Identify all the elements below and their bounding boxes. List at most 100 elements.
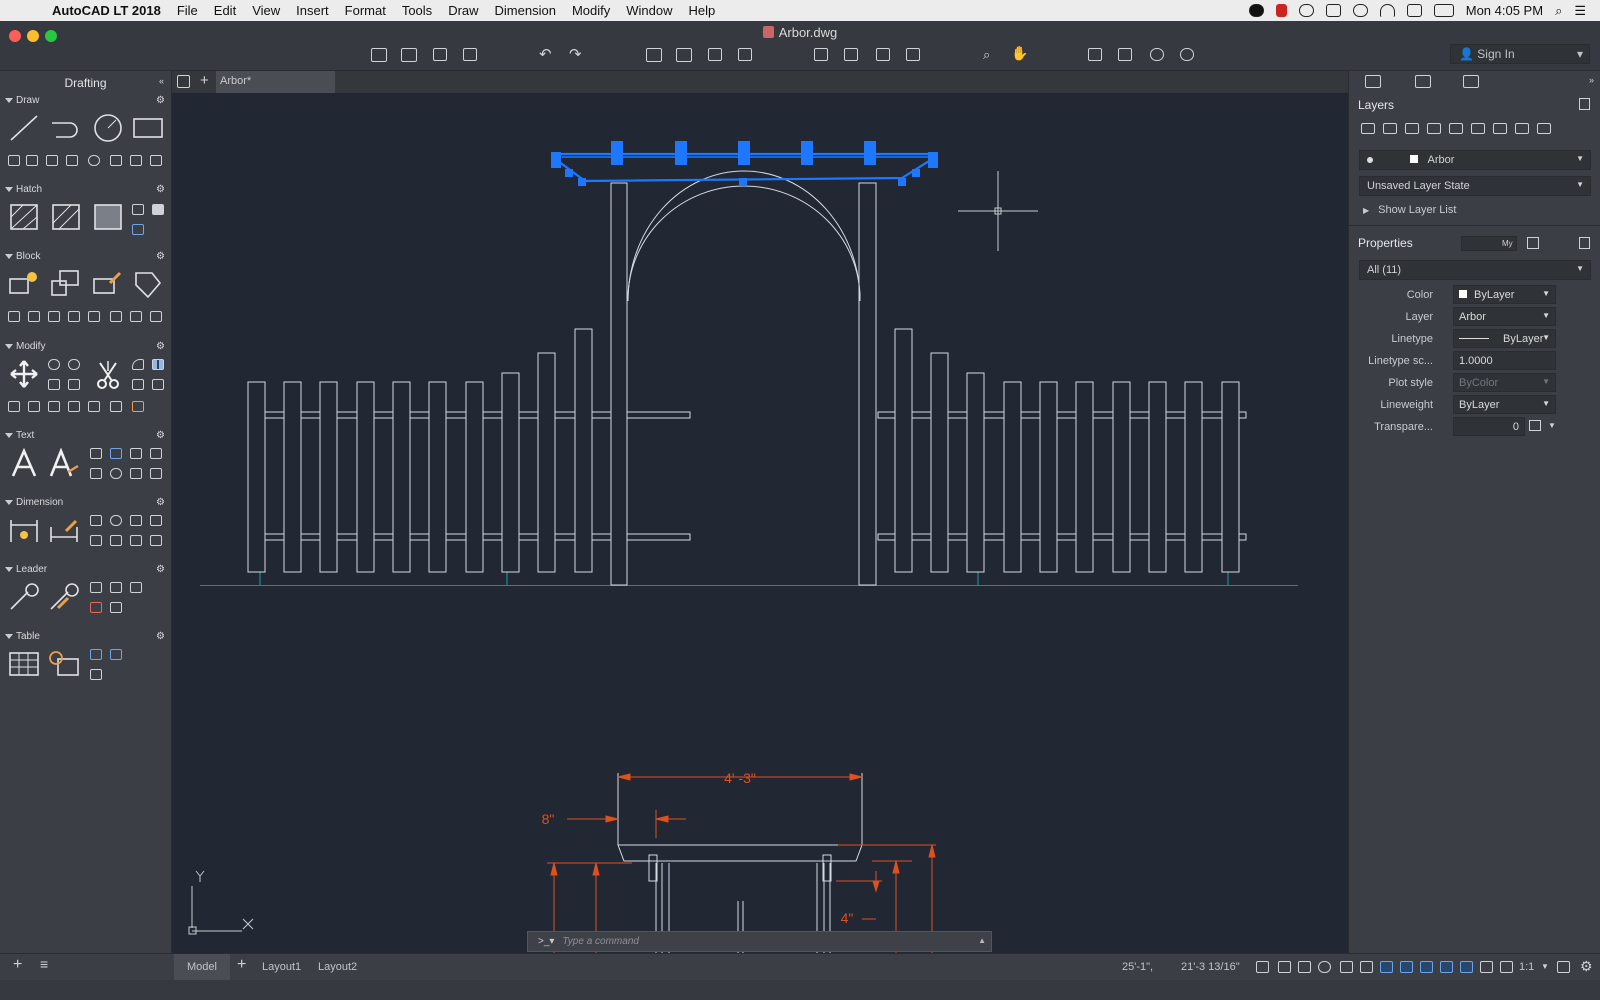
section-header-hatch[interactable]: Hatch ⚙ [0,182,172,198]
publish-icon[interactable] [738,48,752,61]
table-block-icon[interactable] [68,311,82,324]
aligned-dimension-icon[interactable] [90,515,104,528]
menu-edit[interactable]: Edit [206,3,244,18]
selection-grip[interactable] [912,169,920,177]
grid-view-icon[interactable] [177,75,190,88]
expand-panel-icon[interactable]: » [1589,75,1594,85]
data-extraction-icon[interactable] [48,649,80,679]
ordinate-dimension-icon[interactable] [130,515,144,528]
workspace-icon[interactable] [1557,961,1570,973]
arc-tool-icon[interactable] [8,155,22,168]
tab-layout2[interactable]: Layout2 [318,954,357,980]
properties-tab-icon[interactable] [1463,75,1479,88]
continue-dimension-icon[interactable] [110,535,124,548]
edit-block-icon[interactable] [92,269,124,299]
command-history-chevron-icon[interactable]: ▲ [978,936,986,945]
gradient-hatch-icon[interactable] [50,202,82,232]
layer-off-icon[interactable] [1471,123,1485,134]
skype-icon[interactable] [1248,4,1264,17]
menu-format[interactable]: Format [337,3,394,18]
app-status-icon[interactable] [1275,4,1287,17]
menu-dimension[interactable]: Dimension [487,3,564,18]
dimension-space-icon[interactable] [130,535,144,548]
menu-file[interactable]: File [169,3,206,18]
rotate-tool-icon[interactable] [68,359,82,372]
object-snap-tracking-icon[interactable] [1400,961,1413,973]
mirror-tool-icon[interactable] [48,379,62,392]
erase-tool-icon[interactable] [132,401,146,414]
zoom-icon[interactable]: ⌕ [983,47,990,63]
create-block-icon[interactable] [8,269,40,299]
save-icon[interactable] [433,48,447,61]
xref-icon[interactable] [844,48,858,61]
add-layout-icon[interactable]: + [13,956,22,974]
menu-help[interactable]: Help [681,3,724,18]
annotation-scale-icon[interactable] [1500,961,1513,973]
open-file-icon[interactable] [401,48,417,62]
delete-layer-icon[interactable] [1405,123,1419,134]
block-editor-icon[interactable] [48,311,62,324]
page-setup-icon[interactable] [708,48,722,61]
auto-scale-icon[interactable] [1480,961,1493,973]
sign-in-button[interactable]: 👤 Sign In ▾ [1450,44,1590,64]
new-layer-icon[interactable] [1361,123,1375,134]
time-machine-icon[interactable] [1352,4,1368,17]
ray-tool-icon[interactable] [66,155,80,168]
plot-icon[interactable] [646,48,662,62]
selection-grip[interactable] [611,141,623,165]
menu-modify[interactable]: Modify [564,3,618,18]
new-file-icon[interactable] [371,48,387,62]
radius-dimension-icon[interactable] [110,515,124,528]
gear-icon[interactable]: ⚙ [156,339,165,355]
ellipse-tool-icon[interactable] [88,155,102,168]
layer-state-dropdown[interactable]: Unsaved Layer State ▼ [1359,176,1591,196]
layout-list-icon[interactable]: ≡ [40,956,48,972]
section-header-block[interactable]: Block ⚙ [0,249,172,265]
offset-tool-icon[interactable] [132,379,146,392]
block-write-icon[interactable] [150,311,164,324]
add-leader-icon[interactable] [48,582,80,612]
spotlight-search-icon[interactable]: ⌕ [1555,3,1562,19]
wipeout-tool-icon[interactable] [132,224,146,237]
lengthen-tool-icon[interactable] [28,401,42,414]
arbor-top-beam-selected[interactable] [551,141,938,186]
insert-block-icon[interactable] [50,269,82,299]
show-layer-list-toggle[interactable]: ▶ Show Layer List [1363,204,1456,216]
current-layer-dropdown[interactable]: Arbor ▼ [1359,150,1591,170]
grid-display-icon[interactable] [1256,961,1269,973]
chevron-down-icon[interactable]: ▼ [1548,421,1556,430]
text-scale-icon[interactable] [130,468,144,481]
linear-dimension-icon[interactable] [48,515,80,545]
single-line-text-icon[interactable] [48,448,80,478]
leader-style-icon[interactable] [130,582,144,595]
selection-grip[interactable] [578,178,586,186]
share-icon[interactable] [1180,48,1194,61]
menu-tools[interactable]: Tools [394,3,440,18]
properties-popout-icon[interactable] [1579,237,1590,249]
gear-icon[interactable]: ⚙ [156,495,165,511]
set-current-layer-icon[interactable] [1427,123,1441,134]
clock[interactable]: Mon 4:05 PM [1466,3,1543,18]
leader-collect-icon[interactable] [110,582,124,595]
cloud-icon[interactable] [1298,4,1314,17]
leader-align-icon[interactable] [90,582,104,595]
array-tool-icon[interactable] [152,359,166,372]
layers-tab-icon[interactable] [1365,75,1381,88]
shield-icon[interactable] [1325,4,1341,17]
selection-grip[interactable] [801,141,813,165]
menu-view[interactable]: View [244,3,288,18]
attribute-extract-icon[interactable] [130,311,144,324]
layer-lock-icon[interactable] [1515,123,1529,134]
extend-tool-icon[interactable] [48,401,62,414]
property-value-linetype[interactable]: ByLayer ▼ [1453,329,1556,348]
annotation-visibility-icon[interactable] [1460,961,1473,973]
table-style-icon[interactable] [90,649,104,662]
hatch-lines-icon[interactable] [46,155,60,168]
selection-grip[interactable] [739,178,747,186]
smart-dimension-icon[interactable] [8,515,40,545]
menu-draw[interactable]: Draw [440,3,486,18]
region-tool-icon[interactable] [152,204,166,217]
text-edit-icon[interactable] [90,468,104,481]
property-value-linetype-scale[interactable]: 1.0000 [1453,351,1556,370]
table-link-icon[interactable] [110,649,124,662]
